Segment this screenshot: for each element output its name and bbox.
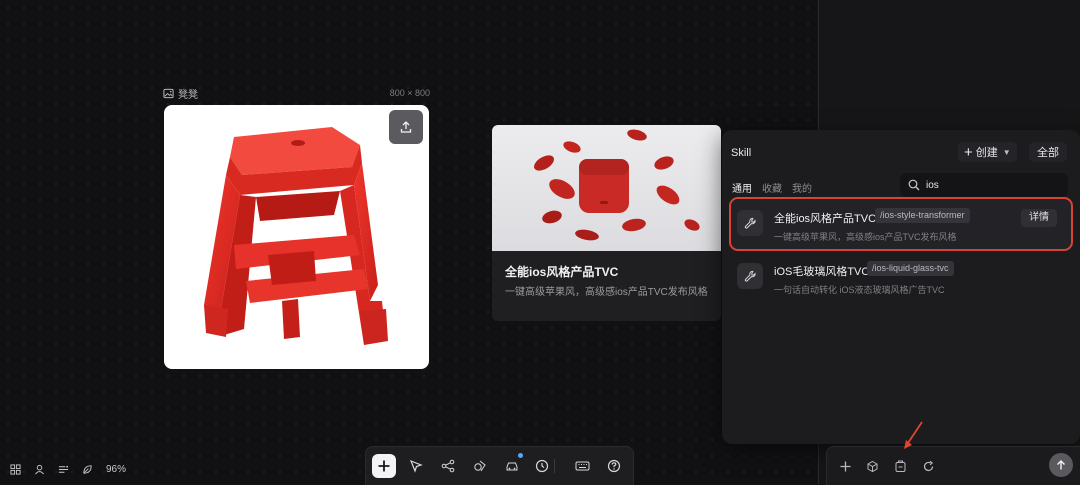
- skill-item-slug: /ios-style-transformer: [875, 208, 970, 223]
- composer-bar: [826, 446, 1080, 485]
- skill-item-name: iOS毛玻璃风格TVC: [774, 266, 870, 278]
- chevron-down-icon: ▼: [1002, 147, 1011, 157]
- clock-icon: [535, 459, 549, 473]
- leaf-icon[interactable]: [82, 464, 93, 475]
- annotation-arrow: [900, 420, 926, 452]
- upload-button[interactable]: [389, 110, 423, 144]
- send-button[interactable]: [1049, 453, 1073, 477]
- plus-icon: [840, 461, 850, 471]
- skill-item[interactable]: iOS毛玻璃风格TVC /ios-liquid-glass-tvc 一句话自动转…: [731, 252, 1071, 302]
- wrench-icon: [737, 263, 763, 289]
- image-icon: [163, 88, 174, 99]
- canvas-toolbar: [365, 446, 634, 485]
- help-button[interactable]: [602, 454, 626, 478]
- wrench-icon: [737, 210, 763, 236]
- shapes-tool-button[interactable]: [468, 454, 492, 478]
- image-node-header: 凳凳 800 × 800: [163, 86, 430, 101]
- create-skill-button[interactable]: + 创建 ▼: [958, 142, 1017, 162]
- tab-favorites[interactable]: 收藏: [762, 180, 782, 195]
- notification-dot: [518, 453, 523, 458]
- product-card-desc: 一键高级苹果风，高级感ios产品TVC发布风格: [505, 287, 708, 298]
- history-button[interactable]: [530, 454, 554, 478]
- image-node-size: 800 × 800: [389, 88, 430, 98]
- skill-item-desc: 一键高级苹果风，高级感ios产品TVC发布风格: [774, 232, 957, 242]
- keyboard-icon: [575, 461, 589, 471]
- car-icon: [506, 462, 518, 471]
- refresh-button[interactable]: [918, 456, 938, 476]
- skill-panel-title: Skill: [731, 147, 752, 159]
- status-bar: 96%: [10, 461, 126, 477]
- skill-search-box[interactable]: [900, 173, 1068, 197]
- product-card-title: 全能ios风格产品TVC: [505, 265, 619, 279]
- user-icon[interactable]: [34, 464, 45, 475]
- help-icon: [607, 459, 621, 473]
- upload-icon: [400, 121, 412, 133]
- skill-item[interactable]: 全能ios风格产品TVC /ios-style-transformer 一键高级…: [729, 197, 1073, 251]
- skill-tabs: 通用 收藏 我的: [732, 180, 812, 195]
- composer-add-button[interactable]: [835, 456, 855, 476]
- arrow-up-icon: [1057, 460, 1065, 470]
- layers-icon[interactable]: [58, 464, 69, 475]
- skill-search-input[interactable]: [924, 178, 1058, 192]
- skill-item-name: 全能ios风格产品TVC: [774, 213, 877, 225]
- tab-mine[interactable]: 我的: [792, 180, 812, 195]
- search-icon: [908, 179, 920, 191]
- product-preview-card[interactable]: 全能ios风格产品TVC 一键高级苹果风，高级感ios产品TVC发布风格: [492, 125, 721, 321]
- model-button[interactable]: [862, 456, 882, 476]
- product-preview-image: [492, 125, 721, 251]
- shapes-icon: [474, 460, 486, 472]
- stool-image: [204, 127, 388, 345]
- skill-item-slug: /ios-liquid-glass-tvc: [867, 261, 954, 276]
- refresh-icon: [923, 460, 933, 471]
- skill-detail-button[interactable]: 详情: [1021, 209, 1057, 227]
- share-nodes-icon: [441, 459, 455, 473]
- cube-icon: [867, 460, 877, 472]
- create-label: 创建: [975, 147, 998, 159]
- clip-icon: [895, 460, 905, 472]
- toolbar-divider: [554, 459, 555, 473]
- plus-icon: +: [964, 143, 973, 161]
- connect-tool-button[interactable]: [436, 454, 460, 478]
- plus-icon: [378, 460, 390, 472]
- cursor-icon: [409, 459, 423, 473]
- add-node-button[interactable]: [372, 454, 396, 478]
- skill-item-desc: 一句话自动转化 iOS液态玻璃风格广告TVC: [774, 285, 945, 295]
- all-skills-button[interactable]: 全部: [1029, 142, 1067, 162]
- grid-icon[interactable]: [10, 463, 21, 475]
- select-tool-button[interactable]: [404, 454, 428, 478]
- stool-image-card[interactable]: [164, 105, 429, 369]
- skill-panel: Skill + 创建 ▼ 全部 通用 收藏 我的 全能ios风格产品TVC /i…: [722, 130, 1080, 444]
- image-node-title: 凳凳: [178, 89, 198, 101]
- skill-clip-button[interactable]: [890, 456, 910, 476]
- zoom-level[interactable]: 96%: [106, 464, 126, 475]
- keyboard-shortcuts-button[interactable]: [570, 454, 594, 478]
- tab-general[interactable]: 通用: [732, 180, 752, 195]
